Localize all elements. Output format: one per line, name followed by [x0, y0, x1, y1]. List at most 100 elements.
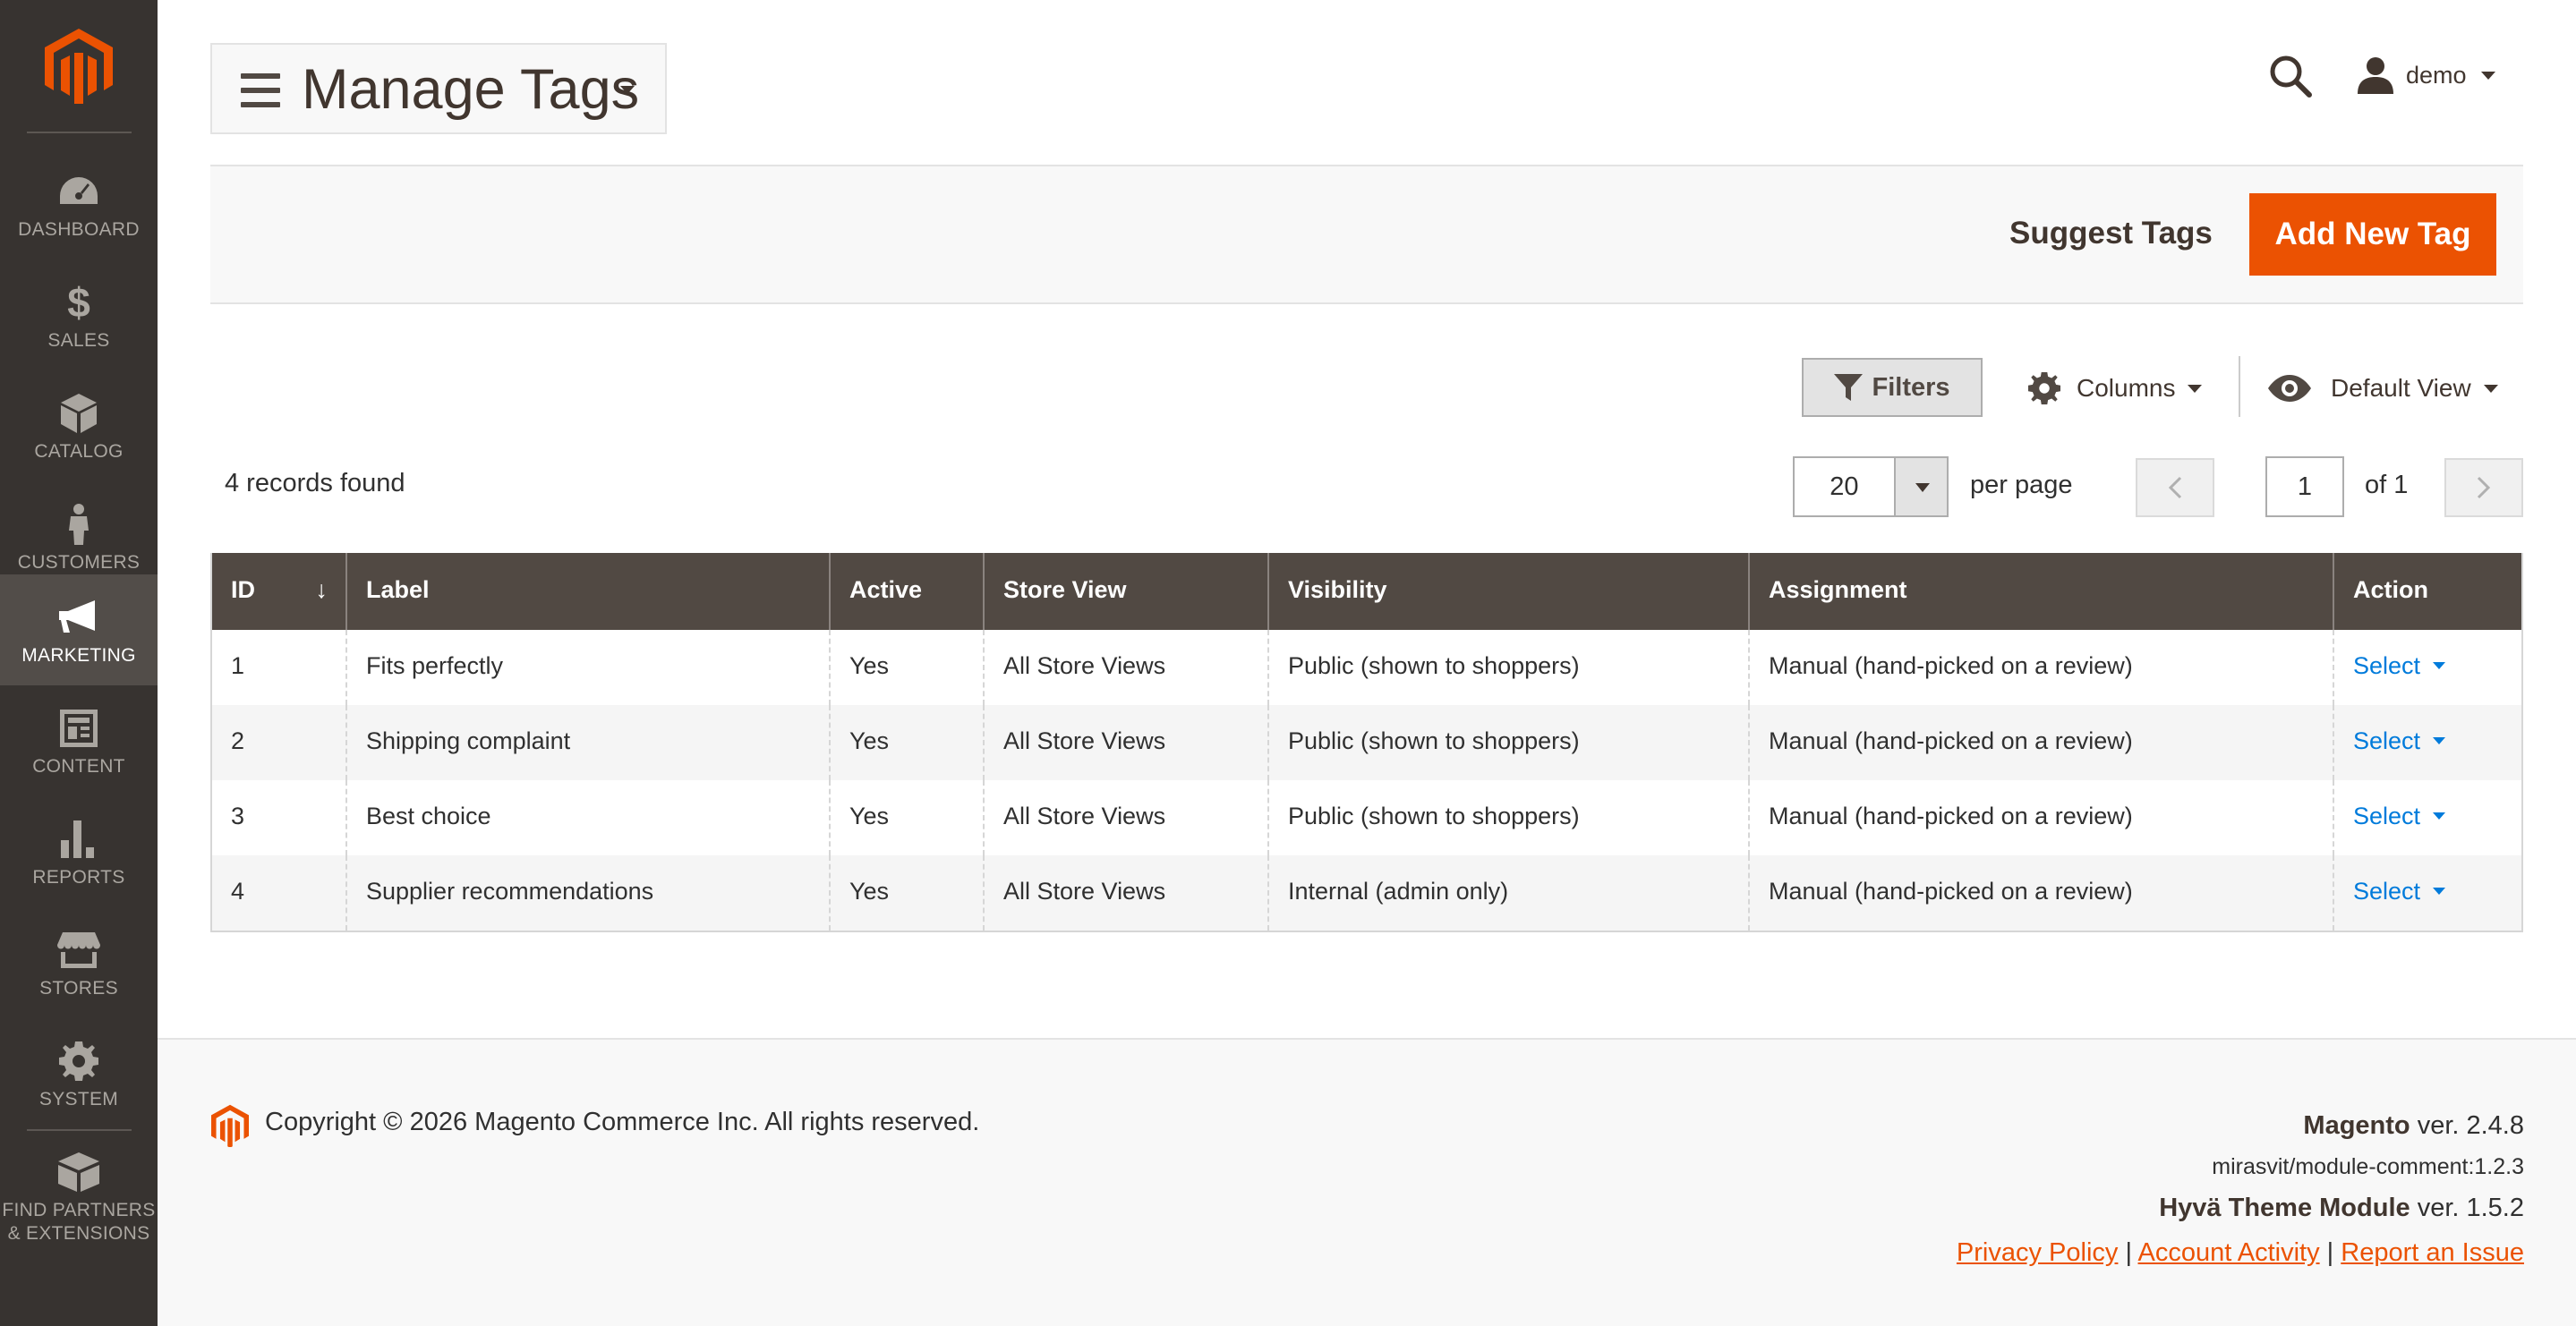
- table-header: ID ↓ Label Active Store View Visibility A…: [212, 553, 2521, 630]
- add-new-tag-button[interactable]: Add New Tag: [2249, 193, 2496, 276]
- filter-icon: [1834, 374, 1864, 401]
- account-activity-link[interactable]: Account Activity: [2138, 1238, 2320, 1267]
- column-header-active[interactable]: Active: [831, 553, 985, 630]
- table-row[interactable]: 1 Fits perfectly Yes All Store Views Pub…: [212, 630, 2521, 705]
- sidebar-item-stores[interactable]: STORES: [0, 907, 158, 1018]
- caret-down-icon: [2433, 737, 2446, 744]
- chevron-left-icon: [2168, 476, 2182, 499]
- sidebar-item-content[interactable]: CONTENT: [0, 685, 158, 796]
- table-row[interactable]: 4 Supplier recommendations Yes All Store…: [212, 855, 2521, 931]
- per-page-label: per page: [1970, 471, 2073, 499]
- search-button[interactable]: [2268, 54, 2313, 98]
- search-icon: [2270, 55, 2312, 98]
- page-total: of 1: [2365, 471, 2409, 499]
- magento-version: Magento ver. 2.4.8: [2303, 1111, 2524, 1140]
- cell-action: Select: [2334, 780, 2521, 855]
- row-action-select[interactable]: Select: [2353, 855, 2446, 927]
- cell-label: Shipping complaint: [347, 705, 831, 780]
- caret-down-icon: [2433, 662, 2446, 669]
- per-page-select[interactable]: 20: [1793, 456, 1949, 517]
- previous-page-button[interactable]: [2136, 458, 2214, 517]
- column-header-store-view[interactable]: Store View: [985, 553, 1269, 630]
- person-icon: [57, 503, 100, 546]
- cell-store-view: All Store Views: [985, 630, 1269, 705]
- filters-button[interactable]: Filters: [1802, 358, 1983, 417]
- tags-grid: ID ↓ Label Active Store View Visibility A…: [210, 553, 2523, 932]
- sidebar-item-label: CUSTOMERS: [17, 552, 141, 573]
- page-title: Manage Tags: [302, 58, 640, 121]
- column-header-label[interactable]: Label: [347, 553, 831, 630]
- column-header-id[interactable]: ID ↓: [212, 553, 347, 630]
- cell-active: Yes: [831, 705, 985, 780]
- report-issue-link[interactable]: Report an Issue: [2341, 1238, 2524, 1267]
- sidebar-divider: [27, 132, 132, 133]
- cell-active: Yes: [831, 855, 985, 931]
- admin-sidebar: DASHBOARD $ SALES CATALOG CUSTOMERS MARK…: [0, 0, 158, 1326]
- column-header-action: Action: [2353, 576, 2428, 603]
- columns-dropdown[interactable]: Columns: [2028, 361, 2203, 415]
- sidebar-item-system[interactable]: SYSTEM: [0, 1018, 158, 1129]
- row-action-select[interactable]: Select: [2353, 705, 2446, 777]
- megaphone-icon: [57, 596, 100, 639]
- column-header-assignment[interactable]: Assignment: [1750, 553, 2334, 630]
- magento-logo: [211, 1104, 249, 1147]
- privacy-policy-link[interactable]: Privacy Policy: [1957, 1238, 2119, 1267]
- page-number-input[interactable]: 1: [2265, 456, 2344, 517]
- user-name: demo: [2406, 61, 2467, 89]
- cell-assignment: Manual (hand-picked on a review): [1750, 630, 2334, 705]
- sidebar-item-partners[interactable]: FIND PARTNERS & EXTENSIONS: [0, 1129, 158, 1263]
- column-header-visibility[interactable]: Visibility: [1269, 553, 1750, 630]
- view-dropdown[interactable]: Default View: [2268, 361, 2498, 415]
- cell-action: Select: [2334, 855, 2521, 931]
- link-separator: |: [2125, 1238, 2133, 1267]
- row-action-select[interactable]: Select: [2353, 630, 2446, 701]
- magento-logo[interactable]: [45, 29, 113, 104]
- cell-action: Select: [2334, 705, 2521, 780]
- sidebar-item-marketing[interactable]: MARKETING: [0, 574, 158, 685]
- sidebar-item-sales[interactable]: $ SALES: [0, 259, 158, 370]
- cell-assignment: Manual (hand-picked on a review): [1750, 780, 2334, 855]
- hamburger-icon: [241, 73, 280, 107]
- filters-label: Filters: [1872, 372, 1950, 402]
- records-count: 4 records found: [225, 469, 405, 497]
- cell-visibility: Internal (admin only): [1269, 855, 1750, 931]
- next-page-button[interactable]: [2444, 458, 2523, 517]
- sidebar-item-label: SYSTEM: [38, 1089, 119, 1109]
- bar-chart-icon: [57, 818, 100, 861]
- sidebar-item-label: SALES: [47, 330, 110, 351]
- link-separator: |: [2326, 1238, 2334, 1267]
- partners-icon: [57, 1151, 100, 1194]
- dashboard-icon: [57, 170, 100, 213]
- cell-id: 2: [212, 705, 347, 780]
- dollar-icon: $: [57, 281, 100, 324]
- table-row[interactable]: 3 Best choice Yes All Store Views Public…: [212, 780, 2521, 855]
- cell-assignment: Manual (hand-picked on a review): [1750, 705, 2334, 780]
- cell-label: Fits perfectly: [347, 630, 831, 705]
- controls-divider: [2239, 356, 2240, 417]
- row-action-select[interactable]: Select: [2353, 780, 2446, 852]
- user-account-menu[interactable]: demo: [2358, 52, 2495, 98]
- sidebar-item-label: CONTENT: [32, 756, 125, 777]
- cell-id: 1: [212, 630, 347, 705]
- per-page-value: 20: [1830, 472, 1859, 501]
- suggest-tags-button[interactable]: Suggest Tags: [1992, 192, 2231, 275]
- caret-down-icon: [2433, 812, 2446, 820]
- eye-icon: [2268, 375, 2311, 402]
- cell-id: 4: [212, 855, 347, 931]
- cell-store-view: All Store Views: [985, 705, 1269, 780]
- hyva-version: Hyvä Theme Module ver. 1.5.2: [2159, 1194, 2524, 1222]
- cell-label: Supplier recommendations: [347, 855, 831, 931]
- cell-active: Yes: [831, 780, 985, 855]
- page-title-menu[interactable]: Manage Tags: [210, 43, 667, 134]
- cell-active: Yes: [831, 630, 985, 705]
- copyright-text: Copyright © 2026 Magento Commerce Inc. A…: [265, 1108, 980, 1136]
- table-row[interactable]: 2 Shipping complaint Yes All Store Views…: [212, 705, 2521, 780]
- caret-down-icon: [2433, 888, 2446, 895]
- caret-down-icon: [2188, 384, 2203, 393]
- sidebar-item-catalog[interactable]: CATALOG: [0, 370, 158, 481]
- sidebar-item-reports[interactable]: REPORTS: [0, 796, 158, 907]
- sidebar-item-label: CATALOG: [34, 441, 124, 462]
- cell-store-view: All Store Views: [985, 855, 1269, 931]
- sidebar-item-dashboard[interactable]: DASHBOARD: [0, 149, 158, 259]
- sidebar-item-label: FIND PARTNERS & EXTENSIONS: [2, 1200, 156, 1244]
